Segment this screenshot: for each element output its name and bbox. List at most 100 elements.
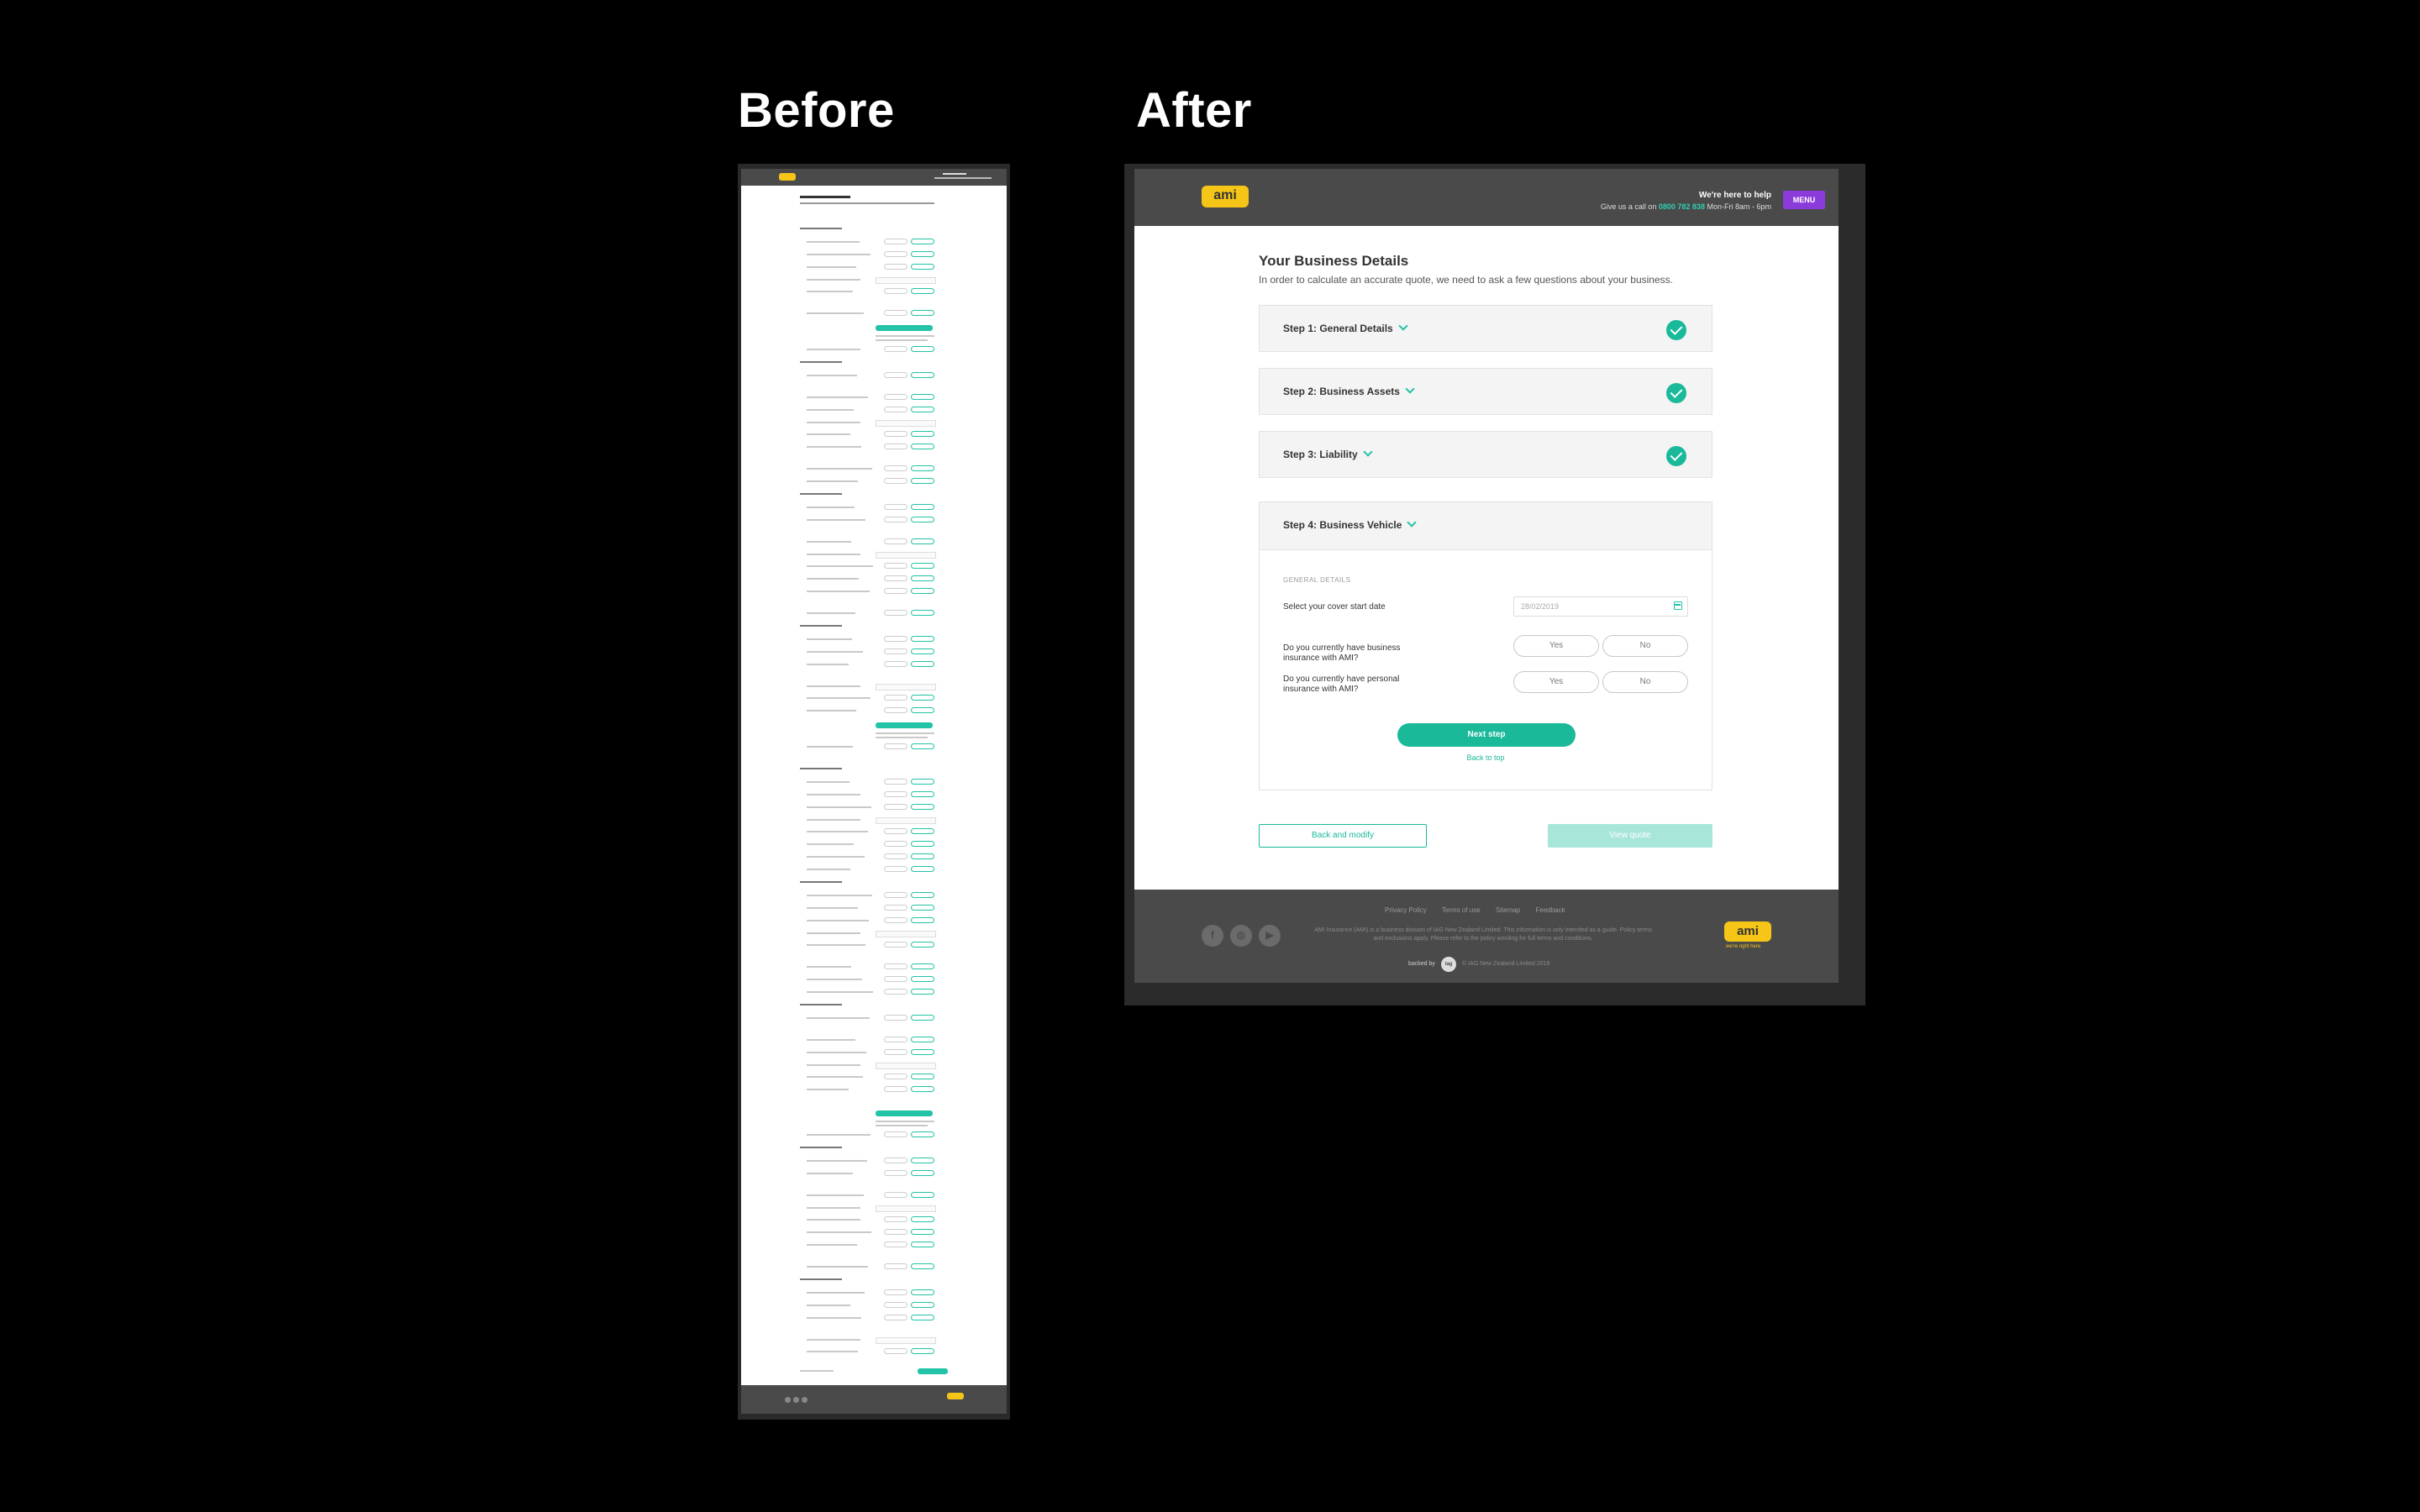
before-option-pill — [911, 791, 934, 797]
step-2-accordion[interactable]: Step 2: Business Assets — [1259, 368, 1712, 415]
before-question-line — [807, 433, 850, 435]
before-question-line — [807, 422, 860, 423]
before-question-line — [807, 651, 863, 653]
before-title — [800, 196, 850, 198]
business-insurance-yes[interactable]: Yes — [1513, 635, 1599, 657]
check-complete-icon — [1666, 383, 1686, 403]
before-option-pill — [884, 976, 908, 982]
before-option-pill — [911, 648, 934, 654]
before-option-pill — [884, 1192, 908, 1198]
before-option-pill — [884, 407, 908, 412]
before-option-pill — [911, 1315, 934, 1320]
before-question-line — [807, 349, 860, 350]
personal-insurance-no[interactable]: No — [1602, 671, 1688, 693]
footer-link-feedback[interactable]: Feedback — [1536, 906, 1565, 914]
before-question-line — [807, 1244, 857, 1246]
footer-link-sitemap[interactable]: Sitemap — [1496, 906, 1520, 914]
before-option-pill — [911, 707, 934, 713]
before-footer — [741, 1385, 1007, 1414]
before-option-pill — [911, 1263, 934, 1269]
before-option-pill — [884, 517, 908, 522]
check-complete-icon — [1666, 446, 1686, 466]
chevron-down-icon — [1363, 447, 1373, 457]
before-option-pill — [884, 465, 908, 471]
before-option-pill — [911, 804, 934, 810]
footer-link-terms[interactable]: Terms of use — [1442, 906, 1481, 914]
before-section-heading — [800, 228, 842, 229]
before-option-pill — [911, 1348, 934, 1354]
before-option-pill — [884, 905, 908, 911]
step-1-accordion[interactable]: Step 1: General Details — [1259, 305, 1712, 352]
before-header — [741, 169, 1007, 186]
before-option-pill — [884, 1131, 908, 1137]
before-option-pill — [911, 610, 934, 616]
before-section-heading — [800, 493, 842, 495]
before-question-line — [807, 746, 853, 748]
before-question-line — [807, 1076, 863, 1078]
before-option-pill — [884, 917, 908, 923]
before-option-pill — [884, 288, 908, 294]
before-option-pill — [884, 394, 908, 400]
footer-tagline: we're right here — [1726, 944, 1761, 949]
before-option-pill — [884, 1348, 908, 1354]
before-question-line — [807, 979, 862, 980]
phone-link[interactable]: 0800 782 838 — [1659, 202, 1705, 211]
before-option-pill — [911, 892, 934, 898]
view-quote-button[interactable]: View quote — [1548, 824, 1712, 848]
back-and-modify-button[interactable]: Back and modify — [1259, 824, 1427, 848]
before-option-pill — [911, 1289, 934, 1295]
instagram-icon[interactable]: ◎ — [1230, 925, 1252, 947]
step-4-header: Step 4: Business Vehicle — [1283, 517, 1418, 531]
before-option-pill — [884, 828, 908, 834]
before-section-heading — [800, 625, 842, 627]
before-question-line — [807, 1134, 871, 1136]
before-option-pill — [911, 1131, 934, 1137]
before-option-pill — [911, 976, 934, 982]
before-option-pill — [911, 1170, 934, 1176]
after-heading: After — [1136, 83, 1252, 138]
before-option-pill — [884, 841, 908, 847]
step-3-accordion[interactable]: Step 3: Liability — [1259, 431, 1712, 478]
before-option-pill — [911, 251, 934, 257]
before-question-line — [807, 254, 871, 255]
footer-link-privacy[interactable]: Privacy Policy — [1385, 906, 1427, 914]
business-insurance-no[interactable]: No — [1602, 635, 1688, 657]
before-option-pill — [911, 1242, 934, 1247]
backed-by-label: backed by — [1408, 961, 1435, 967]
before-option-pill — [884, 251, 908, 257]
business-insurance-question: Do you currently have business insurance… — [1283, 643, 1401, 663]
before-question-line — [807, 907, 858, 909]
ami-logo[interactable]: ami — [1202, 186, 1249, 207]
before-question-line — [807, 685, 860, 687]
menu-button[interactable]: MENU — [1783, 191, 1825, 209]
cover-date-input[interactable]: 28/02/2019 — [1513, 596, 1688, 617]
before-option-pill — [911, 407, 934, 412]
before-option-pill — [884, 1242, 908, 1247]
before-question-line — [807, 1339, 860, 1341]
step-label: Step 2: Business Assets — [1283, 386, 1400, 397]
before-option-pill — [884, 1170, 908, 1176]
before-option-pill — [911, 444, 934, 449]
copyright: © IAG New Zealand Limited 2018 — [1462, 961, 1550, 967]
next-step-button[interactable]: Next step — [1397, 723, 1576, 747]
before-question-line — [807, 507, 855, 508]
before-option-pill — [884, 1263, 908, 1269]
step-4-accordion[interactable]: Step 4: Business Vehicle — [1260, 502, 1712, 550]
before-question-line — [807, 664, 849, 665]
before-question-line — [807, 612, 855, 614]
before-option-pill — [884, 1049, 908, 1055]
page-title: Your Business Details — [1259, 253, 1409, 269]
back-to-top-link[interactable]: Back to top — [1260, 753, 1712, 762]
calendar-icon[interactable] — [1674, 601, 1682, 610]
before-input — [876, 552, 936, 559]
chevron-down-icon — [1398, 321, 1408, 331]
before-option-pill — [884, 431, 908, 437]
help-title: We're here to help — [1698, 191, 1771, 200]
personal-insurance-yes[interactable]: Yes — [1513, 671, 1599, 693]
before-option-pill — [884, 575, 908, 581]
facebook-icon[interactable]: f — [1202, 925, 1223, 947]
before-option-pill — [911, 1037, 934, 1042]
youtube-icon[interactable]: ▶ — [1259, 925, 1281, 947]
before-option-pill — [911, 942, 934, 948]
before-question-line — [807, 697, 871, 699]
